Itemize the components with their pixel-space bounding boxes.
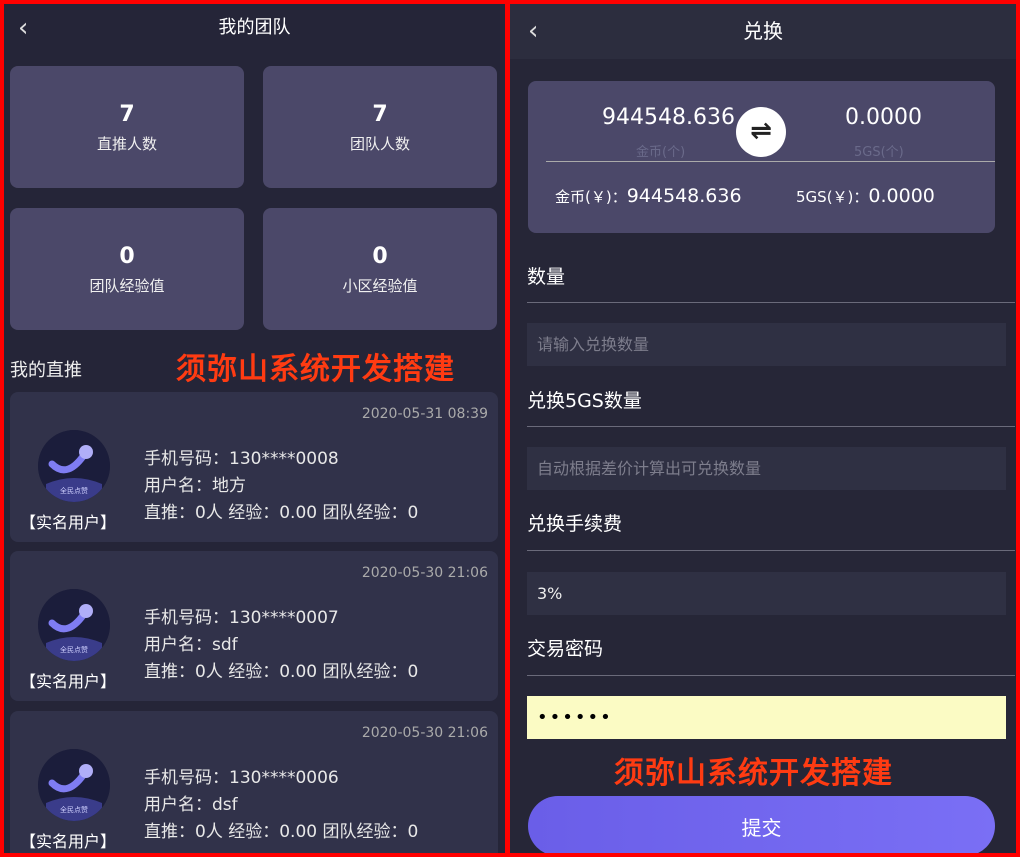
quantity-label: 数量 — [527, 266, 566, 288]
team-header: ‹ 我的团队 — [4, 4, 505, 54]
password-input[interactable] — [527, 696, 1006, 739]
fee-input[interactable] — [527, 572, 1006, 615]
avatar: 全民点赞 — [38, 749, 110, 821]
svg-text:全民点赞: 全民点赞 — [60, 645, 88, 654]
team-panel: ‹ 我的团队 7 直推人数 7 团队人数 0 团队经验值 0 小区经验值 我的直… — [4, 4, 505, 853]
svg-text:全民点赞: 全民点赞 — [60, 486, 88, 495]
from-rmb-label: 金币(￥)： — [555, 188, 627, 206]
fee-label: 兑换手续费 — [527, 513, 623, 535]
from-rmb: 金币(￥)：944548.636 — [555, 185, 742, 207]
swap-arrows-icon[interactable]: ⇌ — [736, 107, 786, 157]
stat-label: 小区经验值 — [342, 277, 418, 295]
member-card[interactable]: 2020-05-30 21:06 全民点赞 【实名用户】 手机号码：130***… — [10, 711, 498, 853]
to-unit: 5GS(个) — [854, 145, 904, 160]
member-date: 2020-05-30 21:06 — [361, 565, 488, 581]
stat-label: 团队经验值 — [89, 277, 165, 295]
member-username: 用户名：地方 — [144, 476, 246, 496]
verified-badge: 【实名用户】 — [20, 513, 117, 532]
stat-label: 直推人数 — [96, 135, 157, 153]
submit-button[interactable]: 提交 — [528, 796, 995, 853]
member-stats: 直推：0人 经验：0.00 团队经验：0 — [144, 503, 419, 523]
stat-area-exp: 0 小区经验值 — [263, 208, 497, 330]
chevron-left-icon[interactable]: ‹ — [18, 4, 28, 52]
divider — [527, 302, 1015, 303]
page-title: 我的团队 — [218, 17, 291, 38]
to-rmb-label: 5GS(￥)： — [796, 188, 869, 206]
from-rmb-value: 944548.636 — [626, 185, 742, 207]
divider — [527, 675, 1015, 676]
password-label: 交易密码 — [527, 638, 604, 660]
result-input[interactable] — [527, 447, 1006, 490]
section-title: 我的直推 — [10, 360, 82, 381]
app-logo-icon: 全民点赞 — [38, 749, 110, 821]
stat-value: 7 — [119, 102, 135, 127]
stat-label: 团队人数 — [349, 135, 410, 153]
member-phone: 手机号码：130****0006 — [144, 768, 339, 788]
member-username: 用户名：dsf — [144, 795, 238, 815]
card-divider — [546, 161, 995, 162]
member-username: 用户名：sdf — [144, 635, 238, 655]
member-date: 2020-05-31 08:39 — [361, 406, 488, 422]
to-rmb-value: 0.0000 — [868, 185, 935, 207]
stat-direct-count: 7 直推人数 — [10, 66, 244, 188]
stat-value: 0 — [119, 244, 135, 269]
divider — [527, 426, 1015, 427]
member-date: 2020-05-30 21:06 — [361, 725, 488, 741]
watermark-text: 须弥山系统开发搭建 — [176, 352, 455, 387]
member-card[interactable]: 2020-05-30 21:06 全民点赞 【实名用户】 手机号码：130***… — [10, 551, 498, 701]
from-balance: 944548.636 — [602, 105, 735, 130]
result-label: 兑换5GS数量 — [527, 390, 642, 412]
member-stats: 直推：0人 经验：0.00 团队经验：0 — [144, 822, 419, 842]
stat-value: 0 — [372, 244, 388, 269]
app-logo-icon: 全民点赞 — [38, 589, 110, 661]
divider — [527, 550, 1015, 551]
svg-text:全民点赞: 全民点赞 — [60, 805, 88, 814]
watermark-text: 须弥山系统开发搭建 — [614, 756, 893, 791]
verified-badge: 【实名用户】 — [20, 832, 117, 851]
member-phone: 手机号码：130****0007 — [144, 608, 339, 628]
avatar: 全民点赞 — [38, 589, 110, 661]
stat-team-exp: 0 团队经验值 — [10, 208, 244, 330]
from-unit: 金币(个) — [636, 145, 686, 160]
chevron-left-icon[interactable]: ‹ — [528, 4, 538, 59]
page-title: 兑换 — [743, 19, 783, 43]
member-card[interactable]: 2020-05-31 08:39 全民点赞 【实名用户】 手机号码：130***… — [10, 392, 498, 542]
to-rmb: 5GS(￥)：0.0000 — [796, 185, 935, 207]
exchange-panel: ‹ 兑换 944548.636 金币(个) 0.0000 5GS(个) ⇌ 金币… — [510, 4, 1016, 853]
quantity-input[interactable] — [527, 323, 1006, 366]
app-logo-icon: 全民点赞 — [38, 430, 110, 502]
to-balance: 0.0000 — [845, 105, 922, 130]
avatar: 全民点赞 — [38, 430, 110, 502]
exchange-header: ‹ 兑换 — [510, 4, 1016, 59]
stat-team-count: 7 团队人数 — [263, 66, 497, 188]
balance-card: 944548.636 金币(个) 0.0000 5GS(个) ⇌ 金币(￥)：9… — [528, 81, 995, 233]
stat-value: 7 — [372, 102, 388, 127]
verified-badge: 【实名用户】 — [20, 672, 117, 691]
member-stats: 直推：0人 经验：0.00 团队经验：0 — [144, 662, 419, 682]
member-phone: 手机号码：130****0008 — [144, 449, 339, 469]
